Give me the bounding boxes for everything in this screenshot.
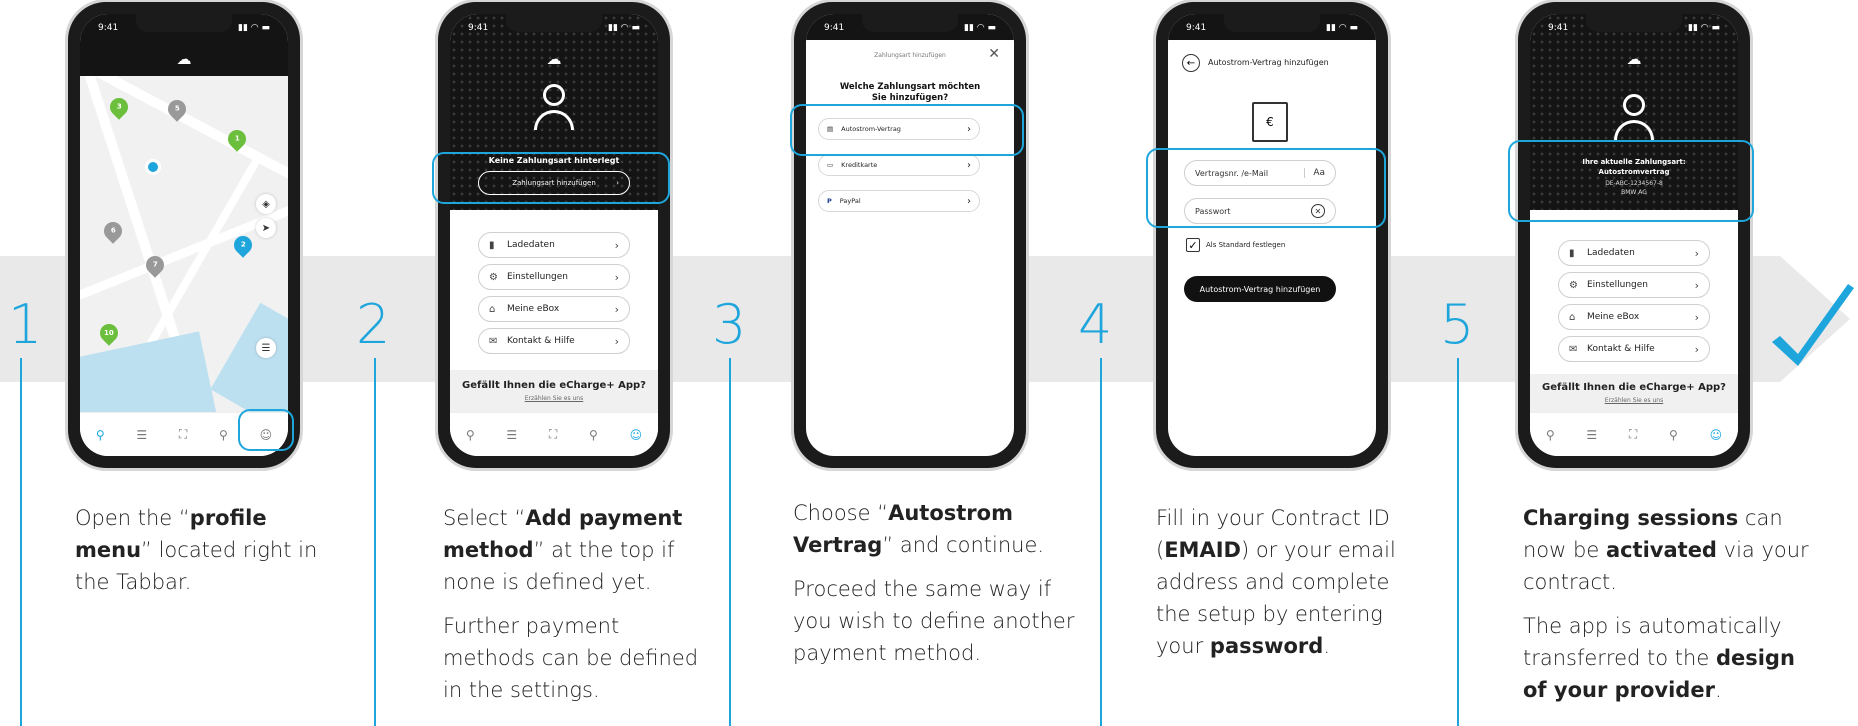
search-tab-icon[interactable]: ⚲ [219, 428, 228, 442]
home-icon: ⌂ [1569, 311, 1576, 323]
step-line [374, 358, 376, 726]
map-tab-icon[interactable]: ⚲ [466, 428, 475, 442]
menu-einstellungen[interactable]: ⚙ Einstellungen › [1558, 272, 1710, 298]
phone-payment-select: 9:41 ▮▮ ◠ ▬ Zahlungsart hinzufügen ✕ Welc… [794, 2, 1026, 468]
profile-tab-icon[interactable]: ☺ [630, 428, 643, 442]
step-line [1457, 358, 1459, 726]
mail-icon: ✉ [1569, 343, 1578, 355]
sheet-title: Zahlungsart hinzufügen [874, 52, 946, 59]
checkmark-icon [1772, 284, 1854, 366]
map-pin[interactable]: 10 [96, 320, 122, 346]
echarge-logo-icon: ☁ [1626, 50, 1642, 68]
list-tab-icon[interactable]: ☰ [1586, 428, 1597, 442]
list-tab-icon[interactable]: ☰ [136, 428, 147, 442]
caption-step-5: Charging sessions can now be activated v… [1523, 506, 1809, 702]
caption-step-3: Choose “Autostrom Vertrag” and continue.… [793, 501, 1075, 665]
back-arrow-icon[interactable]: ← [1182, 54, 1200, 72]
current-payment-highlight [1508, 140, 1754, 222]
scan-tab-icon[interactable]: ⛶ [1629, 427, 1637, 442]
autostrom-option-highlight [790, 104, 1024, 156]
step-line [20, 358, 22, 726]
filter-icon[interactable]: ☰ [256, 338, 276, 358]
menu-meine-ebox[interactable]: ⌂ Meine eBox › [478, 296, 630, 322]
phone-contract-form: 9:41 ▮▮ ◠ ▬ ← Autostrom-Vertrag hinzufüge… [1156, 2, 1388, 468]
user-location-dot [148, 162, 158, 172]
gear-icon: ⚙ [489, 271, 498, 283]
home-icon: ⌂ [489, 303, 496, 315]
echarge-logo-icon: ☁ [546, 50, 562, 68]
map-view[interactable]: 3 5 1 6 2 7 10 ◈ ➤ ☰ [80, 76, 288, 412]
profile-tab-highlight [238, 409, 294, 451]
map-pin[interactable]: 6 [100, 218, 126, 244]
credit-card-icon: ▭ [827, 161, 834, 169]
menu-einstellungen[interactable]: ⚙ Einstellungen › [478, 264, 630, 290]
mail-icon: ✉ [489, 335, 498, 347]
step-number: 5 [1440, 293, 1475, 356]
form-fields-highlight [1146, 148, 1386, 228]
echarge-logo-icon: ☁ [176, 50, 192, 68]
scan-tab-icon[interactable]: ⛶ [549, 427, 557, 442]
profile-tab-icon[interactable]: ☺ [1710, 428, 1723, 442]
submit-contract-button[interactable]: Autostrom-Vertrag hinzufügen [1184, 276, 1336, 302]
tab-bar: ⚲ ☰ ⛶ ⚲ ☺ [450, 412, 658, 456]
rate-link[interactable]: Erzählen Sie es uns [1530, 397, 1738, 404]
step-number: 3 [712, 293, 747, 356]
menu-ladedaten[interactable]: ▮ Ladedaten › [1558, 240, 1710, 266]
contract-form-screen: 9:41 ▮▮ ◠ ▬ ← Autostrom-Vertrag hinzufüge… [1168, 14, 1376, 456]
default-checkbox[interactable]: ✓ [1186, 238, 1200, 252]
final-screen: 9:41 ▮▮ ◠ ▬ ☁ Ihre aktuelle Zahlungsart: … [1530, 14, 1738, 456]
scan-tab-icon[interactable]: ⛶ [179, 427, 187, 442]
caption-step-2: Select “Add payment method” at the top i… [443, 506, 699, 702]
payment-question: Welche Zahlungsart möchten Sie hinzufüge… [839, 82, 981, 103]
map-screen: 9:41 ▮▮ ◠ ▬ ☁ 3 5 1 6 2 7 10 ◈ ➤ ☰ ⚲ ☰ ⛶… [80, 14, 288, 456]
option-kreditkarte[interactable]: ▭ Kreditkarte › [818, 154, 980, 176]
tutorial-stage: 1 2 3 4 5 9:41 ▮▮ ◠ ▬ ☁ 3 5 1 6 2 7 10 ◈… [0, 0, 1858, 726]
step-number: 4 [1078, 293, 1113, 356]
rate-link[interactable]: Erzählen Sie es uns [450, 395, 658, 402]
close-icon[interactable]: ✕ [988, 46, 1000, 62]
paypal-icon: P [827, 197, 832, 205]
layers-icon[interactable]: ◈ [256, 194, 276, 214]
menu-kontakt[interactable]: ✉ Kontakt & Hilfe › [478, 328, 630, 354]
payment-select-screen: 9:41 ▮▮ ◠ ▬ Zahlungsart hinzufügen ✕ Welc… [806, 14, 1014, 456]
bar-chart-icon: ▮ [1569, 247, 1575, 259]
user-avatar-icon [1614, 94, 1654, 146]
status-bar: 9:41 ▮▮ ◠ ▬ [98, 23, 270, 33]
map-pin[interactable]: 3 [106, 94, 132, 120]
map-tab-icon[interactable]: ⚲ [96, 428, 105, 442]
menu-meine-ebox[interactable]: ⌂ Meine eBox › [1558, 304, 1710, 330]
phone-profile: 9:41 ▮▮ ◠ ▬ ☁ Keine Zahlungsart hinterleg… [438, 2, 670, 468]
phone-map: 9:41 ▮▮ ◠ ▬ ☁ 3 5 1 6 2 7 10 ◈ ➤ ☰ ⚲ ☰ ⛶… [68, 2, 300, 468]
step-line [729, 358, 731, 726]
step-line [1100, 358, 1102, 726]
map-tab-icon[interactable]: ⚲ [1546, 428, 1555, 442]
profile-screen: 9:41 ▮▮ ◠ ▬ ☁ Keine Zahlungsart hinterleg… [450, 14, 658, 456]
phone-final: 9:41 ▮▮ ◠ ▬ ☁ Ihre aktuelle Zahlungsart: … [1518, 2, 1750, 468]
list-tab-icon[interactable]: ☰ [506, 428, 517, 442]
caption-step-4: Fill in your Contract ID (EMAID) or your… [1156, 506, 1396, 658]
gear-icon: ⚙ [1569, 279, 1578, 291]
add-payment-highlight [432, 152, 670, 204]
form-title: Autostrom-Vertrag hinzufügen [1208, 58, 1329, 67]
menu-kontakt[interactable]: ✉ Kontakt & Hilfe › [1558, 336, 1710, 362]
step-number: 1 [8, 293, 43, 356]
caption-step-1: Open the “profile menu” located right in… [75, 506, 318, 594]
tab-bar: ⚲ ☰ ⛶ ⚲ ☺ [1530, 412, 1738, 456]
search-tab-icon[interactable]: ⚲ [1669, 428, 1678, 442]
search-tab-icon[interactable]: ⚲ [589, 428, 598, 442]
step-number: 2 [356, 293, 391, 356]
option-paypal[interactable]: P PayPal › [818, 190, 980, 212]
user-avatar-icon [534, 84, 574, 136]
menu-ladedaten[interactable]: ▮ Ladedaten › [478, 232, 630, 258]
bar-chart-icon: ▮ [489, 239, 495, 251]
contract-document-icon: € [1252, 102, 1288, 142]
locate-icon[interactable]: ➤ [256, 218, 276, 238]
default-label: Als Standard festlegen [1206, 241, 1286, 249]
